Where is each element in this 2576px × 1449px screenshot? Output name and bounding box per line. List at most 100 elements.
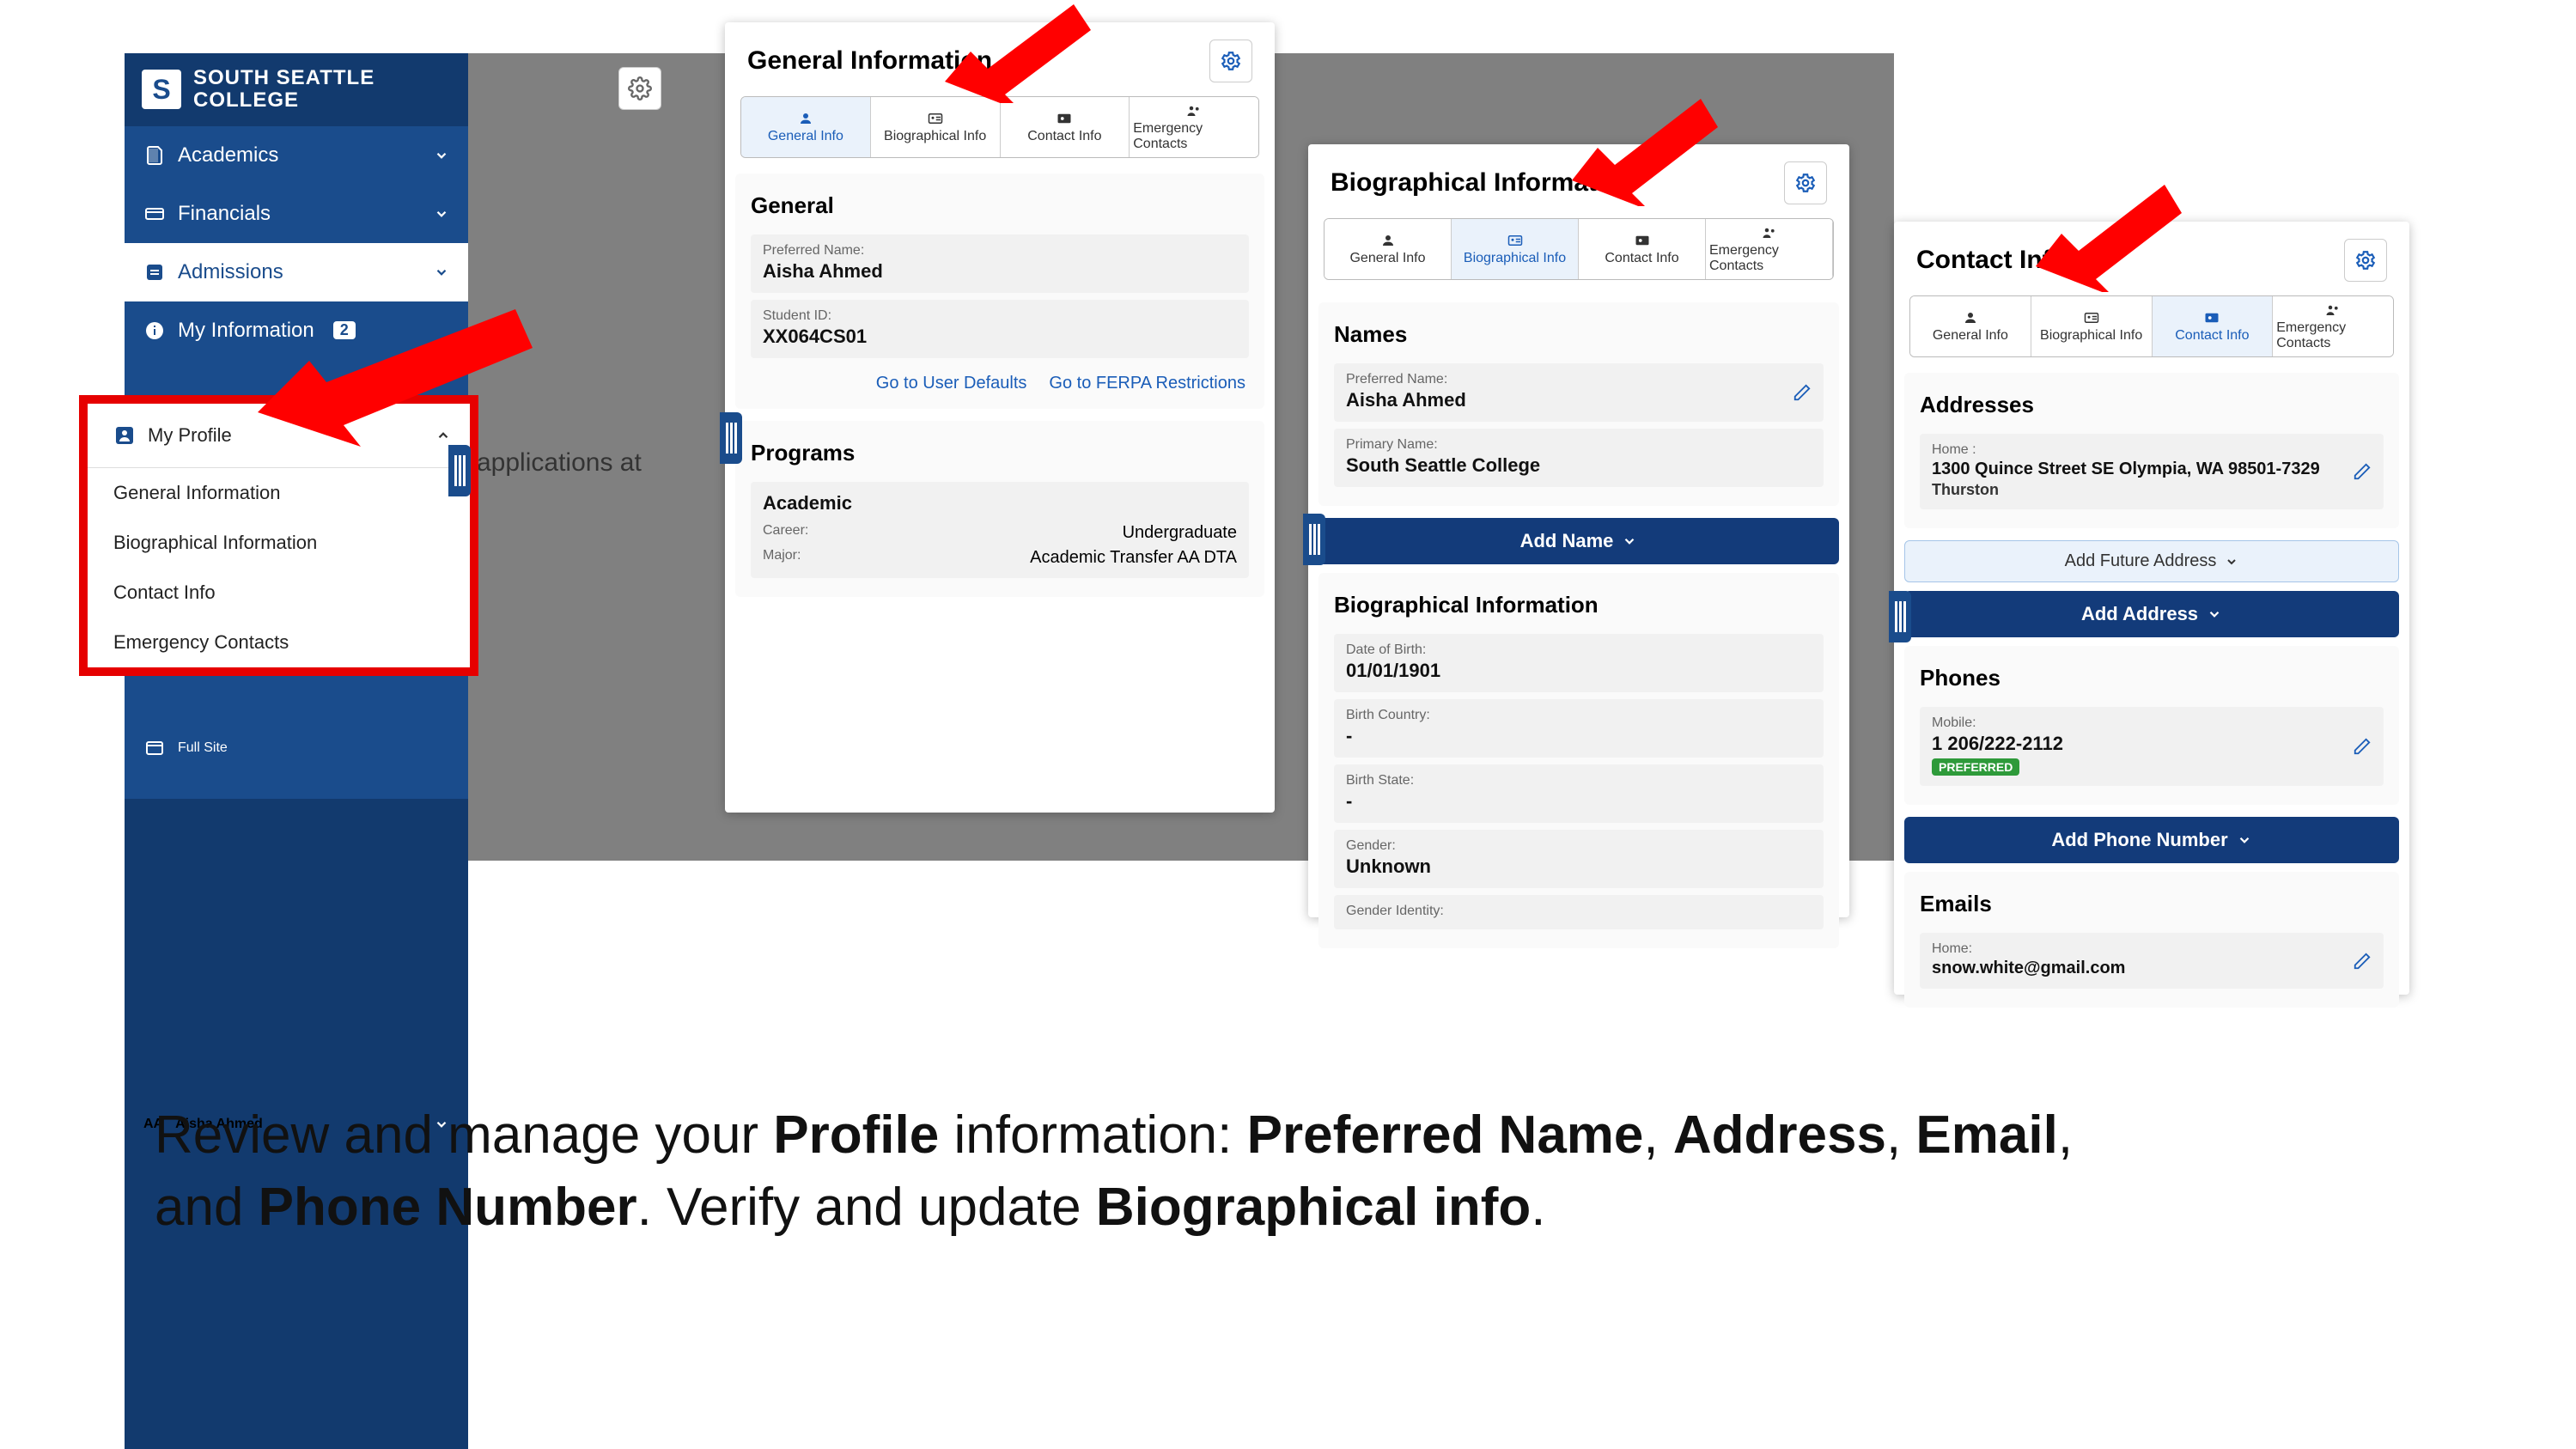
tab-general-info[interactable]: General Info <box>1325 219 1452 279</box>
card-general-information: General Information General Info Biograp… <box>725 22 1275 813</box>
arrow-annotation-icon <box>2027 180 2182 292</box>
nav-label: Academics <box>178 143 278 167</box>
nav-academics[interactable]: Academics <box>125 126 468 185</box>
contact-card-icon <box>2201 309 2222 326</box>
person-icon <box>1378 232 1398 249</box>
settings-gear-button[interactable] <box>618 67 661 110</box>
brand-logo-mark: S <box>142 70 181 109</box>
chevron-down-icon <box>434 206 449 222</box>
card-biographical-information: Biographical Information General Info Bi… <box>1308 144 1849 917</box>
financials-icon <box>143 203 166 225</box>
brand-logo: S SOUTH SEATTLE COLLEGE <box>125 53 468 126</box>
slide-caption: Review and manage your Profile informati… <box>155 1099 2371 1243</box>
brand-logo-text: SOUTH SEATTLE COLLEGE <box>193 67 375 113</box>
fullsite-icon <box>143 737 166 759</box>
nav-label: Financials <box>178 202 271 226</box>
arrow-annotation-icon <box>241 301 550 455</box>
gear-button[interactable] <box>1784 161 1827 204</box>
field-student-id: Student ID: XX064CS01 <box>751 300 1249 358</box>
field-home-address: Home : 1300 Quince Street SE Olympia, WA… <box>1920 434 2384 509</box>
field-primary-name: Primary Name: South Seattle College <box>1334 429 1824 487</box>
add-address-button[interactable]: Add Address <box>1904 591 2399 637</box>
program-academic: Academic Career: Undergraduate Major: Ac… <box>751 482 1249 578</box>
link-ferpa-restrictions[interactable]: Go to FERPA Restrictions <box>1049 374 1245 393</box>
section-title-addresses: Addresses <box>1920 385 2384 427</box>
section-title-emails: Emails <box>1920 884 2384 926</box>
field-preferred-name: Preferred Name: Aisha Ahmed <box>751 234 1249 293</box>
contact-card-icon <box>1054 110 1075 127</box>
section-title-general: General <box>751 186 1249 228</box>
tab-contact-info[interactable]: Contact Info <box>2153 296 2274 356</box>
profile-icon <box>113 424 136 447</box>
edit-icon[interactable] <box>1793 383 1812 402</box>
add-future-address-button[interactable]: Add Future Address <box>1904 540 2399 582</box>
emergency-icon <box>2323 301 2343 319</box>
drawer-drag-handle[interactable] <box>1889 591 1911 642</box>
admissions-icon <box>143 261 166 283</box>
section-title-programs: Programs <box>751 433 1249 475</box>
emergency-icon <box>1184 102 1204 119</box>
subnav-general-information[interactable]: General Information <box>88 468 470 518</box>
drawer-drag-handle[interactable] <box>720 412 742 464</box>
nav-label: Full Site <box>178 740 228 756</box>
tab-row: General Info Biographical Info Contact I… <box>740 96 1259 158</box>
field-birth-country: Birth Country:- <box>1334 699 1824 758</box>
field-date-of-birth: Date of Birth:01/01/1901 <box>1334 634 1824 692</box>
tab-emergency-contacts[interactable]: Emergency Contacts <box>2273 296 2393 356</box>
tab-row: General Info Biographical Info Contact I… <box>1324 218 1834 280</box>
chevron-down-icon <box>434 265 449 280</box>
tab-general-info[interactable]: General Info <box>1910 296 2031 356</box>
subnav-contact-info[interactable]: Contact Info <box>88 568 470 618</box>
emergency-icon <box>1759 224 1780 241</box>
tooltip-biographical-info: Biographical Info <box>1462 279 1567 280</box>
contact-card-icon <box>1632 232 1653 249</box>
id-card-icon <box>1505 232 1526 249</box>
tab-emergency-contacts[interactable]: Emergency Contacts <box>1130 97 1258 157</box>
add-phone-number-button[interactable]: Add Phone Number <box>1904 817 2399 863</box>
link-user-defaults[interactable]: Go to User Defaults <box>876 374 1027 393</box>
nav-label: My Profile <box>148 424 232 447</box>
drawer-drag-handle[interactable] <box>1303 514 1325 565</box>
edit-icon[interactable] <box>2353 737 2372 756</box>
chevron-down-icon <box>434 148 449 163</box>
section-title-names: Names <box>1334 314 1824 356</box>
tab-row: General Info Biographical Info Contact I… <box>1909 295 2394 357</box>
section-title-phones: Phones <box>1920 658 2384 700</box>
tab-biographical-info[interactable]: Biographical Info <box>2031 296 2153 356</box>
tab-biographical-info[interactable]: Biographical Info <box>1452 219 1579 279</box>
field-preferred-name: Preferred Name: Aisha Ahmed <box>1334 363 1824 422</box>
add-name-button[interactable]: Add Name <box>1318 518 1839 564</box>
card-contact-info: Contact Info General Info Biographical I… <box>1894 222 2409 995</box>
nav-label: Admissions <box>178 260 283 284</box>
person-icon <box>795 110 816 127</box>
field-gender-identity: Gender Identity: <box>1334 895 1824 929</box>
edit-icon[interactable] <box>2353 952 2372 971</box>
tab-biographical-info[interactable]: Biographical Info <box>871 97 1001 157</box>
id-card-icon <box>2081 309 2102 326</box>
subnav-emergency-contacts[interactable]: Emergency Contacts <box>88 618 470 667</box>
arrow-annotation-icon <box>936 0 1091 103</box>
field-birth-state: Birth State:- <box>1334 764 1824 823</box>
field-mobile-phone: Mobile: 1 206/222-2112 PREFERRED <box>1920 707 2384 786</box>
field-home-email: Home: snow.white@gmail.com <box>1920 933 2384 989</box>
section-title-biographical: Biographical Information <box>1334 585 1824 627</box>
nav-financials[interactable]: Financials <box>125 185 468 243</box>
field-gender: Gender:Unknown <box>1334 830 1824 888</box>
subnav-biographical-information[interactable]: Biographical Information <box>88 518 470 568</box>
tab-general-info[interactable]: General Info <box>741 97 871 157</box>
gear-button[interactable] <box>2344 239 2387 282</box>
edit-icon[interactable] <box>2353 462 2372 481</box>
id-card-icon <box>925 110 946 127</box>
arrow-annotation-icon <box>1563 94 1718 206</box>
slide-stage: applications at S SOUTH SEATTLE COLLEGE … <box>0 0 2576 1449</box>
tab-emergency-contacts[interactable]: Emergency Contacts <box>1706 219 1833 279</box>
nav-full-site[interactable]: Full Site <box>125 720 468 776</box>
preferred-badge: PREFERRED <box>1932 758 2019 776</box>
academics-icon <box>143 144 166 167</box>
info-icon <box>143 320 166 342</box>
nav-admissions[interactable]: Admissions <box>125 243 468 301</box>
person-icon <box>1960 309 1981 326</box>
tab-contact-info[interactable]: Contact Info <box>1001 97 1130 157</box>
gear-button[interactable] <box>1209 40 1252 82</box>
tab-contact-info[interactable]: Contact Info <box>1579 219 1706 279</box>
